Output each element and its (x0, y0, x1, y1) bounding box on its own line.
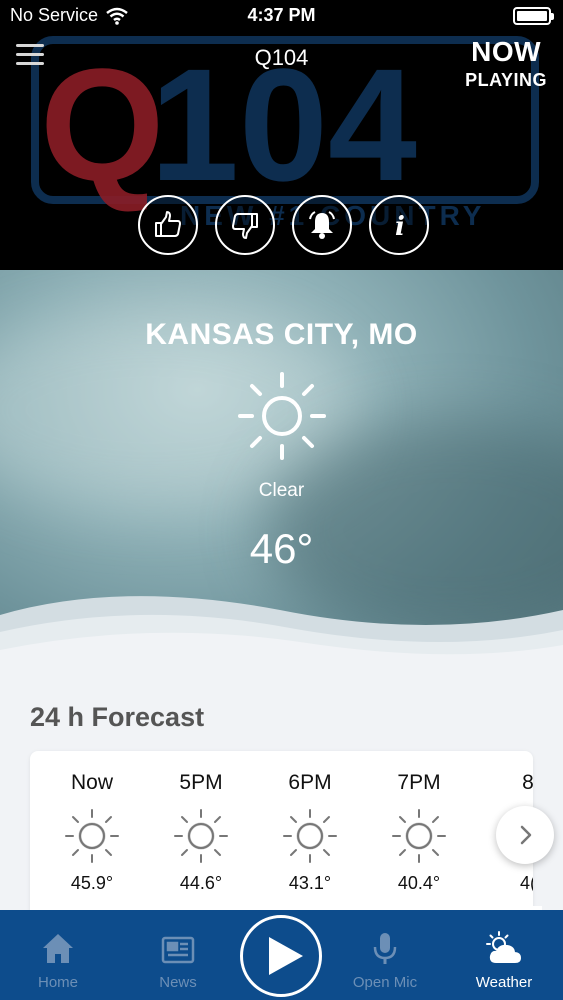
now-playing-button[interactable]: NOW PLAYING (465, 36, 547, 91)
forecast-card[interactable]: Now 45.9° 5PM 44.6° 6PM 43.1° 7PM 40.4° … (30, 751, 533, 921)
header: Q 104 NEW #1 COUNTRY Q104 NOW PLAYING i (0, 0, 563, 270)
thumbs-down-button[interactable] (215, 195, 275, 255)
sun-icon (392, 809, 446, 863)
alarm-button[interactable] (292, 195, 352, 255)
forecast-hour-temp: 44.6° (179, 873, 223, 893)
forecast-hour-label: 7PM (397, 771, 441, 794)
bottom-nav: Home News Open Mic Weather (0, 906, 563, 1000)
play-icon (269, 937, 303, 975)
hero-wave (0, 596, 563, 670)
forecast-hour: Now 45.9° (37, 771, 147, 894)
clock: 4:37 PM (247, 5, 316, 25)
nav-news[interactable]: News (133, 930, 223, 991)
forecast-hour-temp: 45.9° (70, 873, 114, 893)
forecast-hour-label: 6PM (288, 771, 332, 794)
sun-icon (283, 809, 337, 863)
forecast-hour: 6PM 43.1° (255, 771, 365, 894)
newspaper-icon (161, 936, 195, 964)
forecast-title: 24 h Forecast (30, 702, 205, 732)
sun-icon (174, 809, 228, 863)
nav-weather-label: Weather (475, 974, 533, 991)
thumbs-down-icon (232, 213, 258, 239)
thumbs-up-button[interactable] (138, 195, 198, 255)
svg-text:i: i (395, 212, 405, 241)
info-button[interactable]: i (369, 195, 429, 255)
forecast-hour: 7PM 40.4° (364, 771, 474, 894)
forecast-next-button[interactable] (496, 806, 554, 864)
nav-open-mic[interactable]: Open Mic (340, 930, 430, 991)
forecast-hour: 5PM 44.6° (146, 771, 256, 894)
forecast-hour-label: Now (70, 771, 113, 794)
weather-condition: Clear (258, 480, 305, 501)
nav-open-mic-label: Open Mic (352, 974, 418, 991)
forecast-hour-temp: 4( (519, 873, 533, 893)
play-button[interactable] (240, 915, 322, 997)
nav-news-label: News (159, 974, 197, 991)
forecast-hour-temp: 40.4° (397, 873, 441, 893)
action-row: i (138, 195, 429, 255)
forecast-hour-temp: 43.1° (288, 873, 332, 893)
now-playing-line2: PLAYING (465, 70, 547, 90)
status-bar: No Service 4:37 PM (0, 0, 563, 32)
forecast-section: 24 h Forecast Now 45.9° 5PM 44.6° 6PM 43… (0, 665, 563, 921)
microphone-icon (373, 933, 397, 964)
home-icon (43, 934, 73, 963)
now-playing-line1: NOW (471, 36, 542, 67)
sun-icon (65, 809, 119, 863)
nav-home[interactable]: Home (13, 930, 103, 991)
bell-icon (309, 211, 335, 239)
thumbs-up-icon (155, 211, 181, 237)
chevron-right-icon (520, 825, 532, 845)
nav-home-label: Home (37, 974, 78, 991)
current-temperature: 46° (249, 525, 314, 572)
city-name: KANSAS CITY, MO (145, 318, 418, 351)
info-icon: i (395, 212, 405, 241)
sun-icon (238, 372, 326, 460)
battery-icon (513, 7, 554, 25)
weather-icon (486, 931, 522, 963)
nav-weather[interactable]: Weather (459, 930, 549, 991)
forecast-hour-label: 8 (522, 771, 533, 794)
forecast-hour-label: 5PM (179, 771, 223, 794)
